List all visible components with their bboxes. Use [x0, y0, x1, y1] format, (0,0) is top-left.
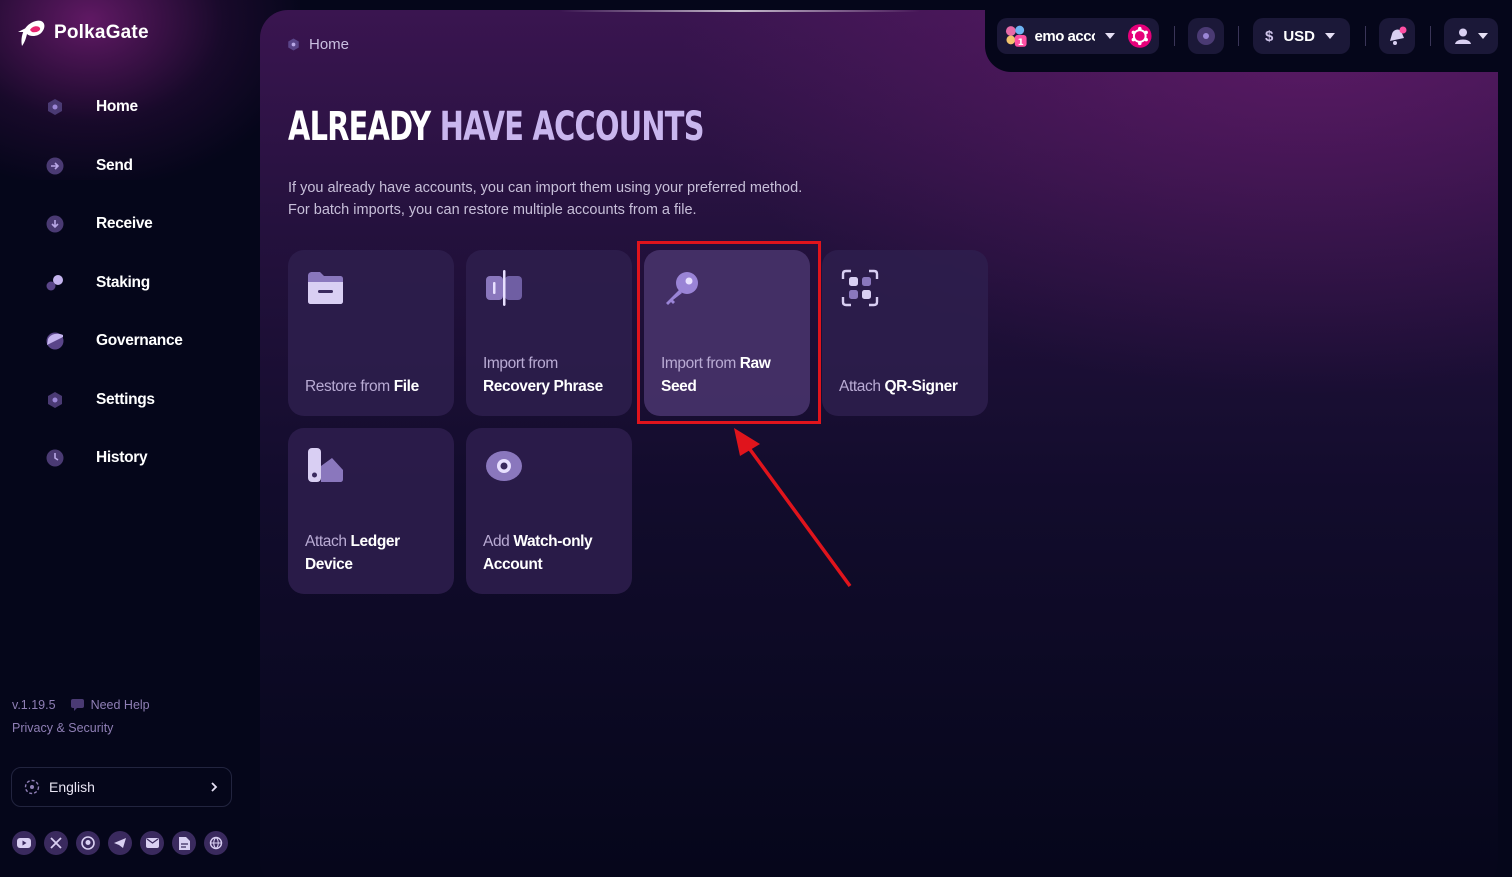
ledger-icon	[308, 448, 343, 482]
email-icon[interactable]	[140, 831, 164, 855]
recovery-phrase-icon	[486, 270, 522, 306]
sidebar-item-settings[interactable]: Settings	[44, 371, 183, 430]
send-icon	[44, 155, 66, 177]
need-help-link[interactable]: Need Help	[70, 698, 150, 712]
app-logo[interactable]: PolkaGate	[16, 18, 149, 48]
account-name: emo acco	[1034, 27, 1096, 45]
sidebar-item-home[interactable]: Home	[44, 78, 183, 137]
sidebar-item-receive[interactable]: Receive	[44, 195, 183, 254]
attach-qr-signer-card[interactable]: Attach QR-Signer	[822, 250, 988, 416]
polkadot-chain-icon	[1128, 24, 1153, 48]
language-selector[interactable]: English	[11, 767, 232, 807]
sidebar-nav: Home Send Receive Staking Governance Set…	[44, 78, 183, 488]
sidebar-item-label: History	[96, 449, 148, 467]
svg-text:1: 1	[1018, 38, 1024, 48]
chevron-down-icon	[1325, 33, 1336, 39]
hide-balance-button[interactable]	[1188, 18, 1224, 54]
card-label-light: Restore from	[305, 378, 390, 395]
divider	[1238, 26, 1239, 46]
breadcrumb[interactable]: Home	[286, 36, 349, 53]
page-title-part2: HAVE ACCOUNTS	[439, 104, 705, 150]
sidebar-item-label: Send	[96, 156, 133, 174]
annotation-arrow	[734, 428, 852, 588]
home-icon	[288, 38, 299, 51]
currency-selector[interactable]: $ USD	[1253, 18, 1350, 54]
divider	[1430, 26, 1431, 46]
bell-icon	[1390, 26, 1407, 45]
social-links	[12, 831, 228, 855]
history-icon	[44, 447, 66, 469]
notifications-button[interactable]	[1379, 18, 1415, 54]
card-label-bold: Recovery Phrase	[483, 378, 603, 395]
youtube-icon[interactable]	[12, 831, 36, 855]
sidebar-item-history[interactable]: History	[44, 429, 183, 488]
card-label-light: Attach	[305, 533, 347, 550]
chat-icon	[70, 699, 84, 711]
page-description: If you already have accounts, you can im…	[288, 180, 803, 218]
card-label-light: Import from	[483, 355, 558, 372]
sidebar-item-label: Settings	[96, 390, 155, 408]
language-label: English	[49, 779, 95, 795]
add-watch-only-account-card[interactable]: Add Watch-only Account	[466, 428, 632, 594]
receive-icon	[44, 213, 66, 235]
sidebar-item-governance[interactable]: Governance	[44, 312, 183, 371]
settings-icon	[44, 389, 66, 411]
restore-from-file-card[interactable]: Restore from File	[288, 250, 454, 416]
page-title: ALREADY HAVE ACCOUNTS	[288, 104, 704, 150]
github-icon[interactable]	[76, 831, 100, 855]
divider	[1174, 26, 1175, 46]
qr-scan-icon	[841, 269, 879, 307]
card-label-light: Add	[483, 533, 510, 550]
profile-menu-button[interactable]	[1444, 18, 1498, 54]
sidebar-item-label: Home	[96, 98, 138, 116]
version-label: v.1.19.5	[12, 698, 56, 712]
attach-ledger-device-card[interactable]: Attach Ledger Device	[288, 428, 454, 594]
telegram-icon[interactable]	[108, 831, 132, 855]
chevron-right-icon	[211, 782, 218, 792]
user-icon	[1455, 28, 1471, 44]
home-icon	[44, 96, 66, 118]
sidebar-item-label: Staking	[96, 273, 150, 291]
eye-icon	[486, 451, 522, 481]
card-label-bold: QR-Signer	[884, 378, 958, 395]
staking-icon	[44, 272, 66, 294]
polkagate-logo-icon	[18, 20, 45, 46]
sidebar-item-send[interactable]: Send	[44, 137, 183, 196]
globe-icon	[24, 779, 40, 795]
docs-icon[interactable]	[172, 831, 196, 855]
breadcrumb-label: Home	[309, 36, 350, 53]
eye-icon	[1197, 27, 1215, 45]
chevron-down-icon	[1105, 33, 1116, 39]
account-selector[interactable]: 1 emo acco	[997, 18, 1159, 54]
import-recovery-phrase-card[interactable]: Import from Recovery Phrase	[466, 250, 632, 416]
currency-label: USD	[1283, 27, 1316, 45]
x-icon[interactable]	[44, 831, 68, 855]
sidebar-item-label: Governance	[96, 332, 183, 350]
card-label-bold: File	[393, 378, 420, 395]
sidebar-item-label: Receive	[96, 215, 153, 233]
governance-icon	[44, 330, 66, 352]
panel-highlight-line	[560, 10, 920, 12]
divider	[1365, 26, 1366, 46]
privacy-security-link[interactable]: Privacy & Security	[12, 721, 232, 735]
currency-symbol: $	[1265, 27, 1274, 45]
app-name: PolkaGate	[54, 22, 149, 43]
chevron-down-icon	[1478, 33, 1488, 39]
page-title-part1: ALREADY	[288, 104, 431, 150]
account-avatar-icon: 1	[1005, 25, 1027, 48]
highlight-box	[637, 241, 821, 424]
sidebar-footer: v.1.19.5 Need Help Privacy & Security	[12, 698, 232, 735]
need-help-label: Need Help	[90, 698, 150, 712]
card-label-light: Attach	[839, 378, 881, 395]
sidebar-item-staking[interactable]: Staking	[44, 254, 183, 313]
web-icon[interactable]	[204, 831, 228, 855]
folder-icon	[308, 272, 343, 304]
